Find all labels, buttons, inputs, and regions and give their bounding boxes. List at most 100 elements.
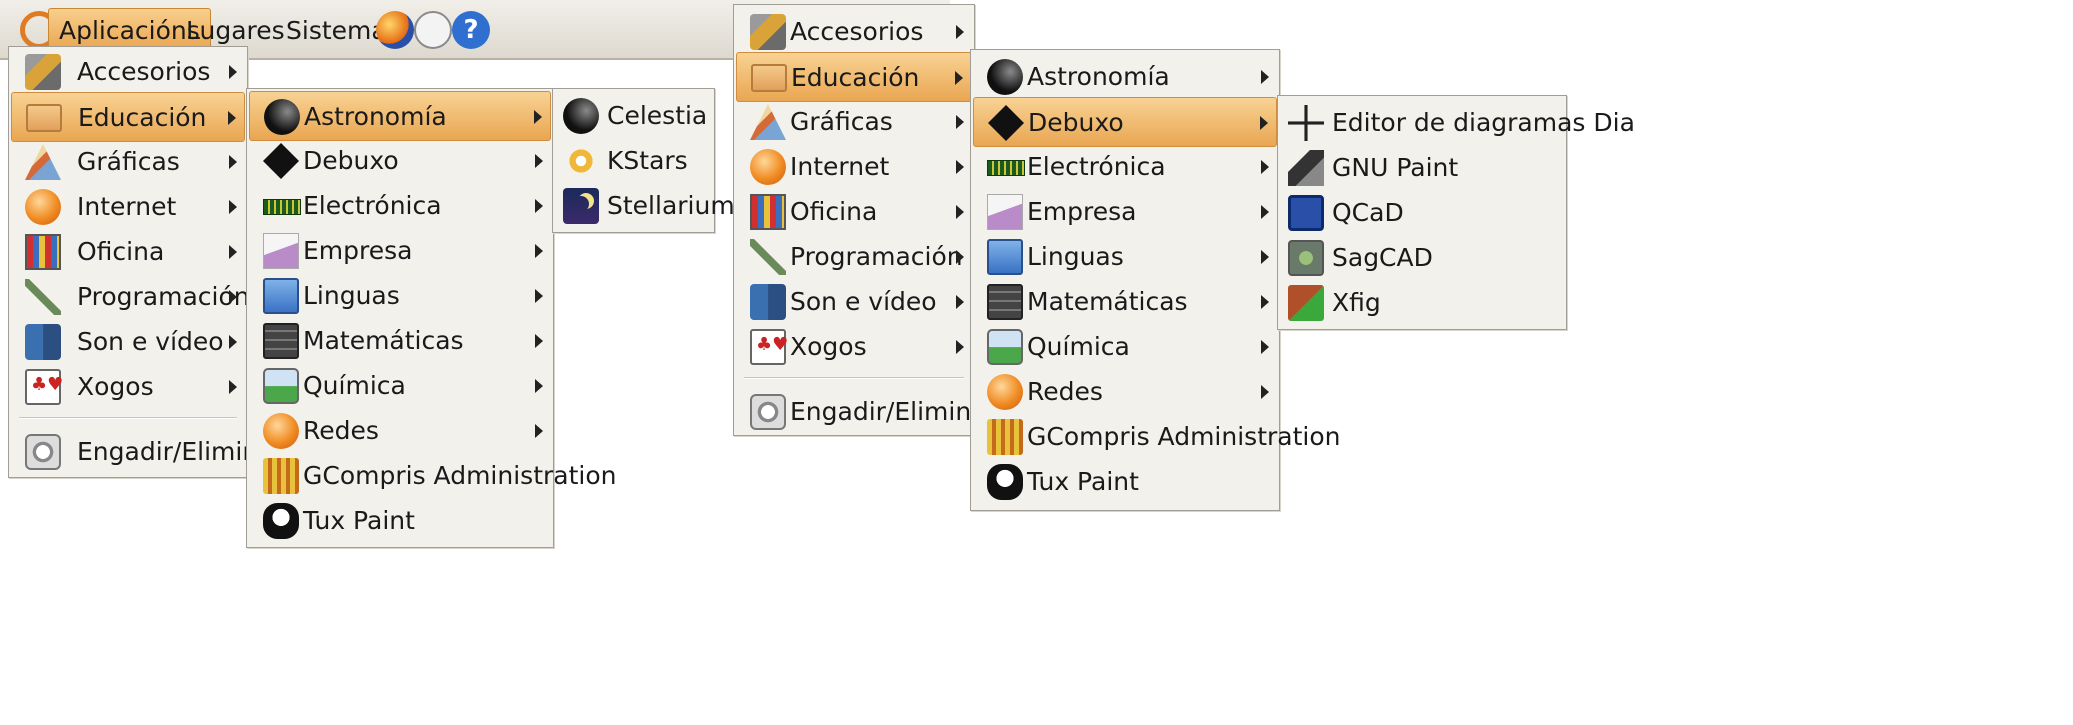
add-remove-icon — [750, 394, 786, 430]
gcompris-icon — [263, 458, 299, 494]
menu-item-label: Son e vídeo — [77, 327, 224, 356]
tux-paint-icon — [263, 503, 299, 539]
office-icon — [750, 194, 786, 230]
menu-item-label: Internet — [77, 192, 177, 221]
submenu-arrow-icon — [535, 199, 543, 213]
menu-item-graficas[interactable]: Gráficas — [736, 97, 972, 147]
menu-item-astronomia[interactable]: Astronomía — [249, 91, 551, 141]
sagcad-icon — [1288, 240, 1324, 276]
menu-item-linguas[interactable]: Linguas — [973, 232, 1277, 282]
menu-item-label: Gráficas — [77, 147, 180, 176]
gcompris-icon — [987, 419, 1023, 455]
menu-item-empresa[interactable]: Empresa — [973, 187, 1277, 237]
menu-item-redes[interactable]: Redes — [973, 367, 1277, 417]
stellarium-icon — [563, 188, 599, 224]
menu-item-redes[interactable]: Redes — [249, 406, 551, 456]
menu-item-stellarium[interactable]: Stellarium — [555, 181, 735, 231]
firefox-icon[interactable] — [376, 11, 414, 49]
celestia-icon — [563, 98, 599, 134]
menu-item-son-e-video[interactable]: Son e vídeo — [11, 317, 245, 367]
submenu-arrow-icon — [229, 290, 237, 304]
menu-item-accesorios[interactable]: Accesorios — [11, 47, 245, 97]
menu-item-gnu-paint[interactable]: GNU Paint — [1280, 143, 1564, 193]
menu-item-internet[interactable]: Internet — [11, 182, 245, 232]
menu-item-xfig[interactable]: Xfig — [1280, 278, 1564, 328]
submenu-arrow-icon — [228, 111, 236, 125]
menu-item-debuxo[interactable]: Debuxo — [249, 136, 551, 186]
menu-item-debuxo[interactable]: Debuxo — [973, 97, 1277, 147]
business-icon — [263, 233, 299, 269]
menu-item-educacion[interactable]: Educación — [11, 92, 245, 142]
mail-icon[interactable] — [414, 11, 452, 49]
menu-item-matematicas[interactable]: Matemáticas — [249, 316, 551, 366]
menu-item-label: Linguas — [1027, 242, 1124, 271]
menu-item-label: Editor de diagramas Dia — [1332, 108, 1635, 137]
menu-item-tux-paint[interactable]: Tux Paint — [973, 457, 1277, 507]
menu-item-engadir-eliminar[interactable]: Engadir/Eliminar... — [11, 427, 305, 477]
menu-item-tux-paint[interactable]: Tux Paint — [249, 496, 551, 546]
help-icon[interactable]: ? — [452, 11, 490, 49]
electronics-icon — [987, 160, 1025, 176]
graphics-icon — [750, 104, 786, 140]
submenu-arrow-icon — [956, 205, 964, 219]
astronomy-icon — [987, 59, 1023, 95]
menu-item-gcompris-administration[interactable]: GCompris Administration — [973, 412, 1340, 462]
submenu-arrow-icon — [956, 250, 964, 264]
menu-item-quimica[interactable]: Química — [249, 361, 551, 411]
languages-icon — [987, 239, 1023, 275]
submenu-arrow-icon — [535, 244, 543, 258]
menu-item-oficina[interactable]: Oficina — [11, 227, 245, 277]
menu-item-xogos[interactable]: Xogos — [11, 362, 245, 412]
menu-item-electronica[interactable]: Electrónica — [973, 142, 1277, 192]
chemistry-icon — [263, 368, 299, 404]
menu-item-quimica[interactable]: Química — [973, 322, 1277, 372]
dia-icon — [1288, 105, 1324, 141]
menu-item-graficas[interactable]: Gráficas — [11, 137, 245, 187]
games-icon — [750, 329, 788, 365]
drawing-icon — [263, 143, 299, 179]
programming-icon — [750, 239, 786, 275]
menu-item-electronica[interactable]: Electrónica — [249, 181, 551, 231]
submenu-arrow-icon — [1261, 250, 1269, 264]
menu-item-qcad[interactable]: QCaD — [1280, 188, 1564, 238]
menu-item-internet[interactable]: Internet — [736, 142, 972, 192]
accessories-icon — [25, 54, 61, 90]
menu-item-son-e-video[interactable]: Son e vídeo — [736, 277, 972, 327]
menu-item-programacion[interactable]: Programación — [11, 272, 250, 322]
education-submenu: Astronomía Debuxo Electrónica Empresa Li… — [246, 88, 616, 548]
menu-item-programacion[interactable]: Programación — [736, 232, 972, 282]
menu-item-gcompris-administration[interactable]: GCompris Administration — [249, 451, 616, 501]
submenu-arrow-icon — [535, 379, 543, 393]
menu-item-label: Redes — [303, 416, 379, 445]
submenu-arrow-icon — [1261, 70, 1269, 84]
menu-item-educacion[interactable]: Educación — [736, 52, 972, 102]
menu-item-label: SagCAD — [1332, 243, 1433, 272]
menu-item-oficina[interactable]: Oficina — [736, 187, 972, 237]
menu-item-label: Oficina — [790, 197, 878, 226]
menu-item-label: GCompris Administration — [1027, 422, 1341, 451]
menu-item-kstars[interactable]: KStars — [555, 136, 712, 186]
system-label: Sistema — [286, 15, 387, 45]
submenu-arrow-icon — [229, 335, 237, 349]
menu-item-label: Matemáticas — [1027, 287, 1188, 316]
menu-item-celestia[interactable]: Celestia — [555, 91, 712, 141]
add-remove-icon — [25, 434, 61, 470]
menu-item-label: Debuxo — [1028, 108, 1124, 137]
menu-item-label: GCompris Administration — [303, 461, 617, 490]
menu-item-xogos[interactable]: Xogos — [736, 322, 972, 372]
menu-item-editor-de-diagramas-dia[interactable]: Editor de diagramas Dia — [1280, 98, 1635, 148]
applications-dropdown: Accesorios Educación Gráficas Internet O… — [8, 46, 305, 478]
submenu-arrow-icon — [229, 65, 237, 79]
menu-item-sagcad[interactable]: SagCAD — [1280, 233, 1564, 283]
menu-item-linguas[interactable]: Linguas — [249, 271, 551, 321]
menu-item-matematicas[interactable]: Matemáticas — [973, 277, 1277, 327]
menu-item-astronomia[interactable]: Astronomía — [973, 52, 1277, 102]
menu-separator — [744, 377, 964, 379]
submenu-arrow-icon — [1261, 160, 1269, 174]
menu-item-accesorios[interactable]: Accesorios — [736, 7, 972, 57]
menu-item-empresa[interactable]: Empresa — [249, 226, 551, 276]
kstars-icon — [563, 143, 599, 179]
tux-paint-icon — [987, 464, 1023, 500]
gnu-paint-icon — [1288, 150, 1324, 186]
menu-item-engadir-eliminar[interactable]: Engadir/Eliminar... — [736, 387, 1018, 437]
